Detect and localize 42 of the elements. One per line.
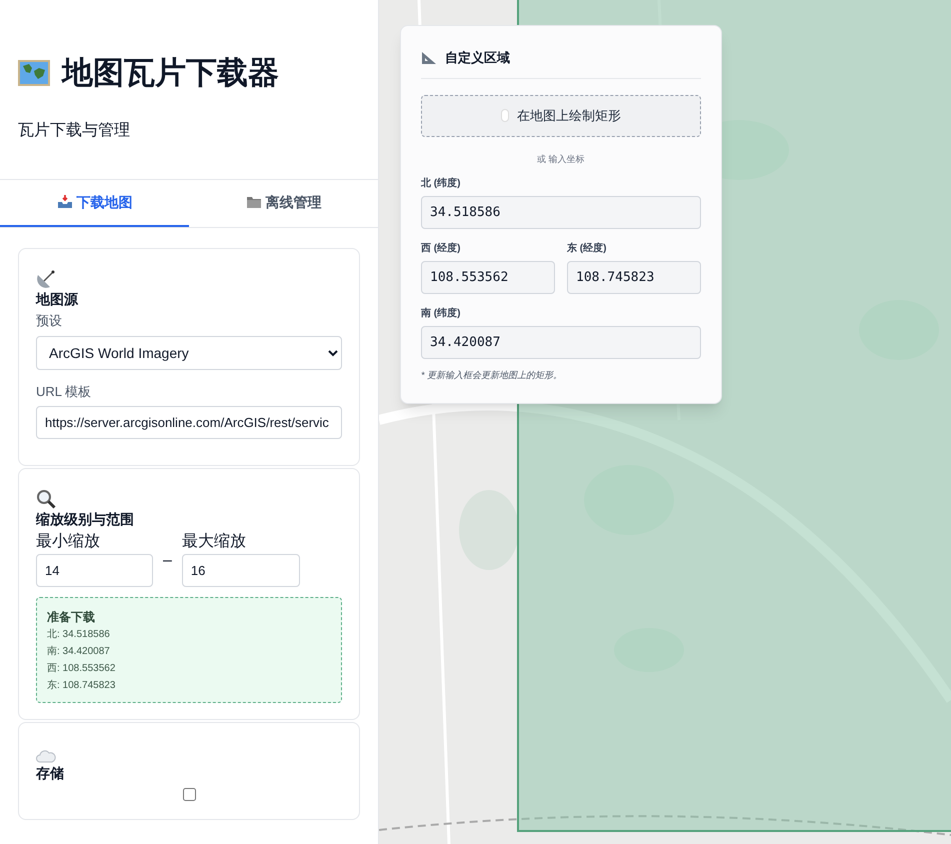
app-title: 地图瓦片下载器 (62, 54, 279, 92)
north-field[interactable]: 34.518586 (421, 196, 701, 229)
min-zoom-field[interactable]: 14 (36, 554, 153, 586)
cloud-icon (36, 748, 56, 762)
card-title: 地图源 (36, 290, 80, 308)
max-zoom-field[interactable]: 16 (182, 554, 300, 586)
tab[interactable]: 离线管理 (189, 180, 378, 226)
bound-coordinate: 南: 34.420087 (47, 644, 111, 658)
triangle-ruler-icon (421, 50, 437, 65)
folder-icon (246, 195, 262, 209)
panel-note: * 更新输入框会更新地图上的矩形。 (421, 369, 564, 382)
mouse-icon (501, 109, 509, 122)
field-label: 东 (经度) (567, 241, 608, 256)
card-title: 缩放级别与范围 (36, 510, 135, 528)
ready-title: 准备下载 (47, 608, 96, 626)
storage-checkbox[interactable] (182, 788, 196, 800)
field-label: 北 (纬度) (421, 176, 462, 191)
bound-coordinate: 北: 34.518586 (47, 628, 111, 642)
field-label: 最小缩放 (36, 532, 101, 552)
url-template-field[interactable]: https://server.arcgisonline.com/ArcGIS/rest/servic (36, 406, 342, 438)
field-label: 西 (经度) (421, 241, 462, 256)
app-subtitle: 瓦片下载与管理 (18, 120, 131, 140)
preset-select[interactable]: ArcGIS World Imagery (36, 336, 342, 370)
bound-coordinate: 东: 108.745823 (47, 678, 116, 692)
field-label: 预设 (36, 312, 63, 330)
south-field[interactable]: 34.420087 (421, 326, 701, 359)
tab[interactable]: 下载地图 (0, 180, 189, 226)
west-field[interactable]: 108.553562 (421, 261, 555, 294)
bound-coordinate: 西: 108.553562 (47, 662, 116, 676)
field-label: 最大缩放 (182, 532, 247, 552)
or-divider-text: 或 输入坐标 (536, 152, 586, 166)
draw-rectangle-button[interactable]: 在地图上绘制矩形 (421, 94, 701, 136)
range-separator: – (163, 550, 172, 570)
world-map-icon (18, 59, 50, 88)
panel-title: 自定义区域 (445, 49, 510, 67)
field-label: URL 模板 (36, 383, 92, 401)
magnifier-icon (36, 488, 56, 508)
east-field[interactable]: 108.745823 (567, 261, 701, 294)
card-title: 存储 (36, 764, 65, 782)
satellite-dish-icon (36, 268, 56, 288)
field-label: 南 (纬度) (421, 306, 462, 321)
inbox-tray-icon (56, 195, 72, 209)
